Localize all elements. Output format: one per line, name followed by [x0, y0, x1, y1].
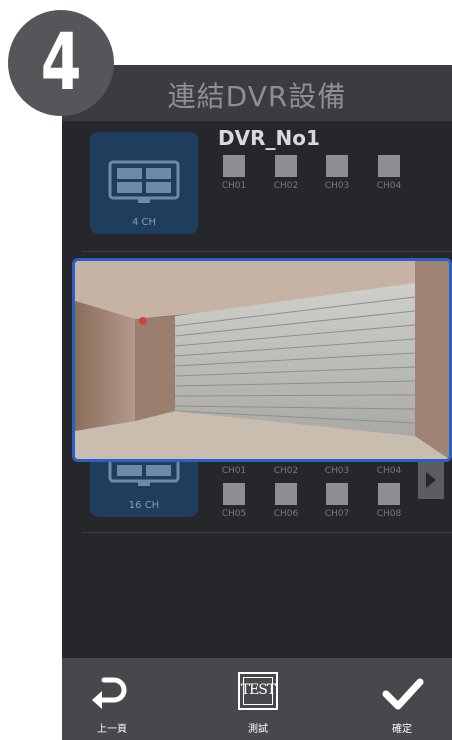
- dvr1-channel-3[interactable]: CH03: [315, 155, 359, 191]
- channel-label: CH01: [221, 466, 247, 476]
- list-divider: [82, 532, 452, 533]
- list-divider: [82, 251, 452, 252]
- test-button[interactable]: TEST 測試: [208, 658, 308, 740]
- channel-checkbox[interactable]: [378, 155, 400, 177]
- channel-label: CH07: [324, 509, 350, 519]
- channel-checkbox[interactable]: [326, 483, 348, 505]
- dvr1-channel-4[interactable]: CH04: [367, 155, 411, 191]
- channel-checkbox[interactable]: [275, 155, 297, 177]
- channel-label: CH02: [273, 181, 299, 191]
- channel-label: CH01: [221, 181, 247, 191]
- channel-checkbox[interactable]: [326, 155, 348, 177]
- step-number: 4: [40, 18, 82, 108]
- channel-label: CH06: [273, 509, 299, 519]
- dvr2-channel-8[interactable]: CH08: [367, 483, 411, 519]
- channel-label: CH03: [324, 181, 350, 191]
- title-bar: 連結DVR設備: [62, 65, 452, 121]
- test-icon: TEST: [238, 672, 278, 710]
- channel-label: CH04: [376, 181, 402, 191]
- confirm-label: 確定: [392, 724, 412, 735]
- back-label: 上一頁: [97, 724, 127, 735]
- channel-label: CH05: [221, 509, 247, 519]
- channel-label: CH03: [324, 466, 350, 476]
- screen-title: 連結DVR設備: [167, 80, 347, 113]
- test-icon-text: TEST: [240, 682, 277, 698]
- channel-checkbox[interactable]: [378, 483, 400, 505]
- dvr1-channel-count: 4 CH: [131, 217, 157, 228]
- monitor-grid-icon: [108, 160, 180, 203]
- channel-checkbox[interactable]: [223, 155, 245, 177]
- checkmark-icon: [382, 678, 424, 710]
- dvr1-channel-1[interactable]: CH01: [212, 155, 256, 191]
- channel-label: CH08: [376, 509, 402, 519]
- return-arrow-icon: [92, 677, 127, 709]
- garage-door-photo: [75, 261, 449, 459]
- dvr1-channel-2[interactable]: CH02: [264, 155, 308, 191]
- dvr2-channel-6[interactable]: CH06: [264, 483, 308, 519]
- channel-checkbox[interactable]: [275, 483, 297, 505]
- dvr1-card[interactable]: 4 CH: [90, 132, 198, 234]
- dvr2-channel-7[interactable]: CH07: [315, 483, 359, 519]
- channel-checkbox[interactable]: [223, 483, 245, 505]
- next-page-arrow-button[interactable]: [418, 461, 444, 499]
- bottom-toolbar: 上一頁 TEST 測試 確定: [62, 658, 452, 740]
- test-label: 測試: [248, 724, 268, 735]
- dvr1-name: DVR_No1: [218, 126, 320, 150]
- channel-label: CH02: [273, 466, 299, 476]
- dvr2-channel-5[interactable]: CH05: [212, 483, 256, 519]
- back-button[interactable]: 上一頁: [62, 658, 162, 740]
- confirm-button[interactable]: 確定: [352, 658, 452, 740]
- step-number-badge: 4: [8, 10, 114, 116]
- camera-preview-image[interactable]: [72, 258, 452, 462]
- channel-label: CH04: [376, 466, 402, 476]
- dvr2-channel-count: 16 CH: [128, 500, 160, 511]
